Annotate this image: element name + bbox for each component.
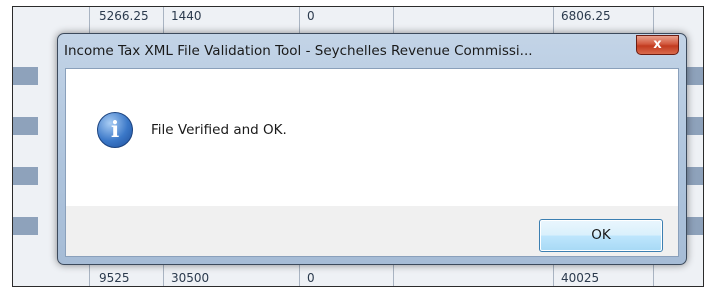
- ok-button[interactable]: OK: [539, 219, 663, 252]
- table-stripe: [13, 67, 38, 85]
- table-row: 5266.25 1440 0 6806.25: [13, 7, 703, 25]
- table-cell: 30500: [171, 271, 210, 285]
- table-stripe: [13, 217, 38, 235]
- dialog-message: File Verified and OK.: [151, 122, 287, 138]
- dialog-content: i File Verified and OK.: [66, 69, 678, 206]
- table-cell: 0: [307, 271, 315, 285]
- table-row: 9525 30500 0 40025: [13, 269, 703, 286]
- dialog-body: i File Verified and OK. OK: [65, 68, 679, 257]
- table-stripe: [13, 117, 38, 135]
- table-cell: 0: [307, 9, 315, 23]
- table-cell: 1440: [171, 9, 202, 23]
- close-icon: x: [653, 37, 662, 52]
- dialog-title: Income Tax XML File Validation Tool - Se…: [64, 43, 533, 59]
- close-button[interactable]: x: [636, 35, 679, 55]
- table-cell: 40025: [561, 271, 600, 285]
- table-cell: 5266.25: [99, 9, 149, 23]
- table-cell: 6806.25: [561, 9, 611, 23]
- info-icon: i: [97, 112, 133, 148]
- dialog-titlebar[interactable]: Income Tax XML File Validation Tool - Se…: [58, 34, 686, 68]
- table-stripe: [13, 167, 38, 185]
- table-cell: 9525: [99, 271, 130, 285]
- message-dialog: Income Tax XML File Validation Tool - Se…: [57, 33, 687, 265]
- screenshot-frame: 5266.25 1440 0 6806.25 9525 30500 0 4002…: [12, 6, 704, 287]
